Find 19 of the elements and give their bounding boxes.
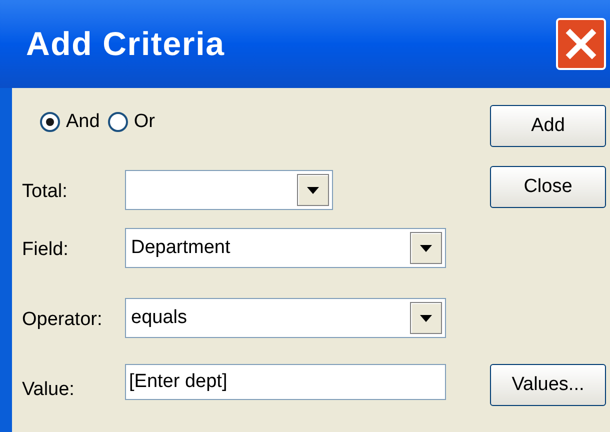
window-title: Add Criteria: [26, 24, 225, 64]
radio-option[interactable]: And: [40, 108, 100, 136]
dialog-button[interactable]: Close: [490, 166, 606, 208]
field-label: Field:: [22, 238, 68, 262]
dialog-button[interactable]: Add: [490, 105, 606, 147]
field-label: Operator:: [22, 308, 102, 332]
dropdown-arrow-icon: [307, 186, 319, 194]
input-field[interactable]: [Enter dept]: [125, 364, 446, 400]
field-label: Total:: [22, 180, 68, 204]
close-button[interactable]: [556, 18, 606, 70]
dropdown[interactable]: [125, 170, 333, 210]
dropdown-arrow-icon: [420, 314, 432, 322]
dialog-button[interactable]: Values...: [490, 364, 606, 406]
dropdown-arrow-icon: [420, 244, 432, 252]
dropdown[interactable]: Department: [125, 228, 446, 268]
radio-option[interactable]: Or: [108, 108, 155, 136]
field-label: Value:: [22, 378, 74, 402]
close-icon: [565, 28, 597, 60]
dropdown[interactable]: equals: [125, 298, 446, 338]
